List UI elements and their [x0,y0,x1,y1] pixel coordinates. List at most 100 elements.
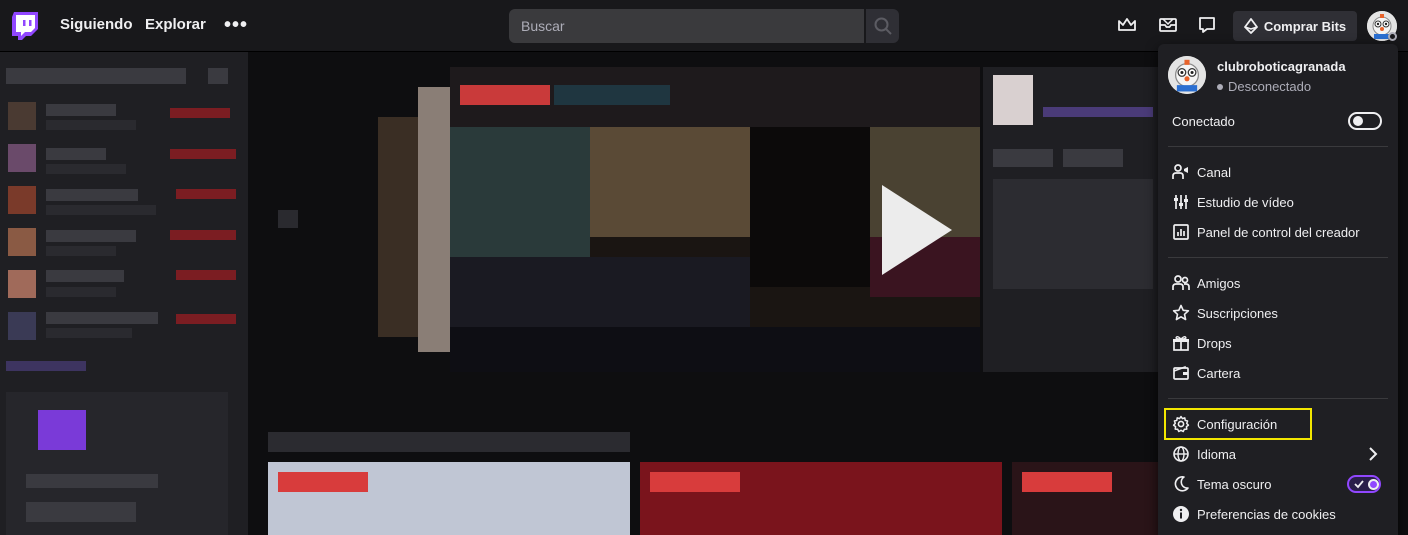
menu-item-wallet[interactable]: Cartera [1172,360,1387,386]
settings-highlight-box [1164,408,1312,440]
video-frame-blur [590,127,750,237]
channel-avatar[interactable] [8,270,36,298]
menu-item-friends[interactable]: Amigos [1172,270,1387,296]
get-bits-label: Comprar Bits [1263,18,1347,34]
carousel-side-card[interactable] [418,87,450,352]
online-toggle[interactable] [1348,112,1382,130]
menu-item-subscriptions[interactable]: Suscripciones [1172,300,1387,326]
browse-link[interactable]: Explorar [145,16,206,33]
user-dropdown-menu: clubroboticagranada Desconectado Conecta… [1158,44,1398,535]
menu-item-video-studio[interactable]: Estudio de vídeo [1172,189,1387,215]
featured-tag-blurred [1063,149,1123,167]
menu-item-creator-dashboard[interactable]: Panel de control del creador [1172,219,1387,245]
toggle-knob [1353,116,1363,126]
featured-channel-info[interactable] [983,67,1158,372]
wallet-icon [1172,364,1190,382]
featured-avatar-blurred [993,75,1033,125]
info-icon [1172,505,1190,523]
live-badge-blurred [1022,472,1112,492]
whispers-icon[interactable] [1197,15,1217,35]
channel-name-blurred[interactable] [46,230,136,242]
section-title-blurred [268,432,630,452]
menu-item-label: Suscripciones [1197,305,1278,321]
menu-avatar [1168,56,1206,94]
channel-name-blurred[interactable] [46,270,124,282]
channel-avatar[interactable] [8,144,36,172]
menu-status-text: Desconectado [1228,79,1312,94]
dark-theme-toggle[interactable] [1347,475,1381,493]
featured-video-player[interactable] [450,67,980,372]
menu-item-label: Canal [1197,164,1231,180]
video-studio-icon [1172,193,1190,211]
featured-tag-blurred [993,149,1053,167]
menu-item-drops[interactable]: Drops [1172,330,1387,356]
channel-avatar[interactable] [8,102,36,130]
following-link[interactable]: Siguiendo [60,16,133,33]
dashboard-icon [1172,223,1190,241]
search-input[interactable] [509,9,864,43]
sidebar-header-blurred [6,68,186,84]
menu-item-cookie-preferences[interactable]: Preferencias de cookies [1172,501,1387,527]
featured-name-blurred [1043,107,1153,117]
menu-item-label: Amigos [1197,275,1241,291]
menu-divider [1168,146,1388,147]
toggle-knob [1368,478,1379,490]
video-title-blurred [554,85,670,105]
sidebar-collapse-blurred [208,68,228,84]
video-frame-blur [450,127,590,257]
inbox-icon[interactable] [1158,15,1178,35]
channel-game-blurred [46,246,116,256]
menu-divider [1168,398,1388,399]
channel-name-blurred[interactable] [46,312,158,324]
menu-item-label: Estudio de vídeo [1197,194,1294,210]
channel-icon [1172,163,1190,181]
channel-name-blurred[interactable] [46,148,106,160]
menu-item-label: Drops [1197,335,1232,351]
menu-item-language[interactable]: Idioma [1172,441,1387,467]
more-options-icon[interactable]: ••• [224,14,248,37]
menu-item-label: Cartera [1197,365,1241,381]
search-button[interactable] [866,9,899,43]
live-badge-blurred [650,472,740,492]
channel-avatar[interactable] [8,228,36,256]
channel-viewers-blurred [170,108,230,118]
carousel-prev-blurred[interactable] [278,210,298,228]
channel-name-blurred[interactable] [46,189,138,201]
promo-title-blurred [26,474,158,488]
menu-divider [1168,257,1388,258]
video-frame-blur [450,257,750,327]
menu-item-label: Idioma [1197,446,1237,462]
twitch-logo-icon[interactable] [12,12,38,40]
online-label: Conectado [1172,113,1235,129]
check-icon [1354,480,1364,489]
live-badge-blurred [278,472,368,492]
menu-item-label: Tema oscuro [1197,476,1272,492]
channel-viewers-blurred [176,270,236,280]
search-icon [874,17,892,35]
menu-item-label: Panel de control del creador [1197,224,1360,240]
menu-item-label: Preferencias de cookies [1197,506,1336,522]
robot-avatar-icon [1168,56,1206,94]
menu-status: Desconectado [1217,79,1311,94]
channel-avatar[interactable] [8,312,36,340]
channel-avatar[interactable] [8,186,36,214]
play-icon[interactable] [882,185,952,275]
channel-viewers-blurred [170,230,236,240]
video-frame-blur [750,127,870,287]
sidebar-section-blurred [6,361,86,371]
friends-icon [1172,274,1190,292]
moon-icon [1172,475,1190,493]
chevron-right-icon[interactable] [1366,445,1380,463]
followed-channels-sidebar [0,52,248,535]
menu-item-channel[interactable]: Canal [1172,159,1387,185]
channel-name-blurred[interactable] [46,104,116,116]
get-bits-button[interactable]: Comprar Bits [1233,11,1357,41]
bits-gem-icon [1243,18,1258,34]
crown-icon[interactable] [1117,15,1137,35]
main-content-area [248,52,1158,535]
live-badge-blurred [460,85,550,105]
video-controls-blurred [450,327,980,372]
channel-viewers-blurred [176,189,236,199]
online-status-indicator [1388,32,1397,41]
status-dot-icon [1217,83,1223,90]
